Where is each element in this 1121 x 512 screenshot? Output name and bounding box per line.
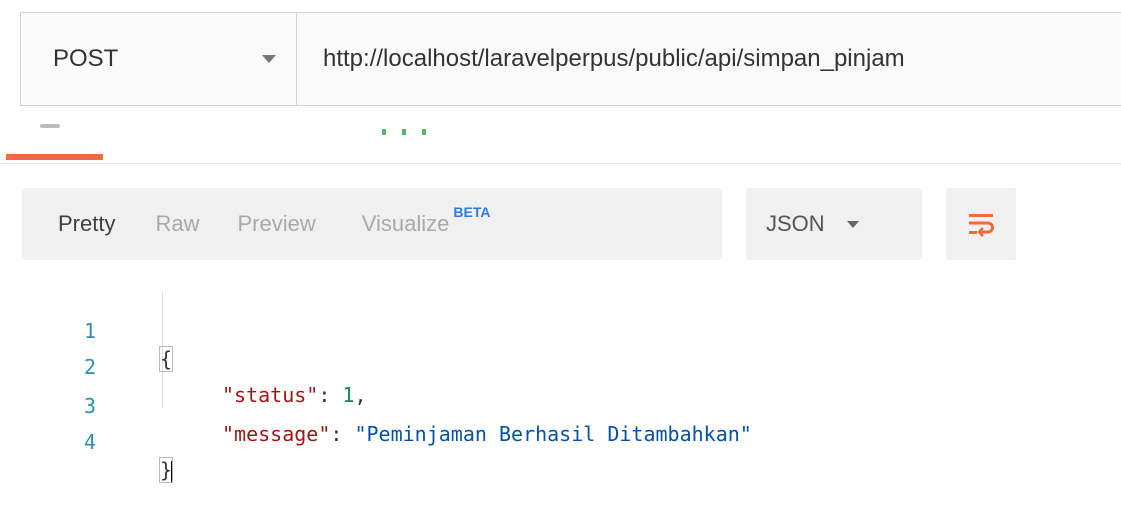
wrap-lines-button[interactable] <box>946 188 1016 260</box>
format-label: JSON <box>766 211 825 236</box>
chevron-down-icon <box>262 55 276 63</box>
wrap-lines-icon <box>969 214 994 237</box>
line-number: 4 <box>84 430 97 454</box>
tab-cut-off[interactable] <box>382 122 452 135</box>
tab-pretty[interactable]: Pretty <box>22 188 133 260</box>
code-line: 2 "status": 1, <box>0 325 1121 407</box>
tab-cut-off[interactable] <box>40 124 60 128</box>
request-bar: POST http://localhost/laravelperpus/publ… <box>20 12 1121 106</box>
tab-visualize-label: Visualize <box>361 211 450 236</box>
code-line: 3 "message": "Peminjaman Berhasil Ditamb… <box>0 364 1121 446</box>
url-input[interactable]: http://localhost/laravelperpus/public/ap… <box>297 13 1121 105</box>
tab-raw[interactable]: Raw <box>133 188 217 260</box>
method-select[interactable]: POST <box>21 13 297 105</box>
tab-visualize[interactable]: Visualize BETA <box>334 188 509 260</box>
request-tab-strip <box>0 118 1121 164</box>
text-cursor <box>171 460 174 483</box>
tab-preview[interactable]: Preview <box>217 188 333 260</box>
tab-pretty-label: Pretty <box>58 211 116 236</box>
method-label: POST <box>53 45 119 72</box>
tab-preview-label: Preview <box>237 211 316 236</box>
code-line: 1 { <box>0 289 1121 372</box>
beta-badge: BETA <box>453 204 491 220</box>
response-view-tabs: Pretty Raw Preview Visualize BETA <box>22 188 722 260</box>
code-line: 4 } <box>0 400 1121 483</box>
tab-raw-label: Raw <box>155 211 200 236</box>
format-select[interactable]: JSON <box>746 188 922 260</box>
chevron-down-icon <box>846 220 859 228</box>
response-body-editor[interactable]: 1 { 2 "status": 1, 3 "message": "Peminja… <box>0 282 1121 483</box>
active-tab-indicator <box>6 154 103 160</box>
